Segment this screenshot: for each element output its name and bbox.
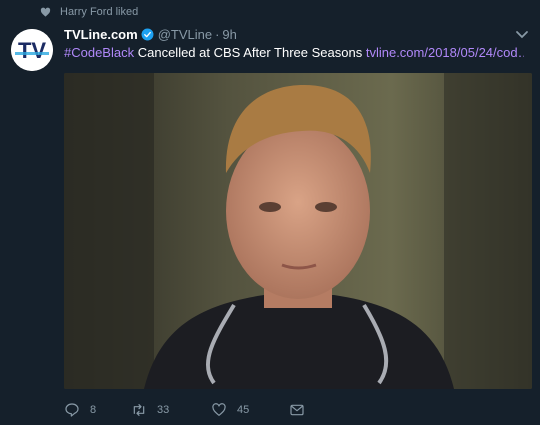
author-name[interactable]: TVLine.com <box>64 27 138 42</box>
separator-dot: · <box>215 27 220 42</box>
tweet-photo[interactable] <box>64 73 532 389</box>
tweet-card[interactable]: Harry Ford liked TV TVLine.com @TVLine ·… <box>0 0 540 425</box>
tweet-actions: 8 33 45 <box>64 402 305 418</box>
verified-badge-icon <box>141 28 154 41</box>
envelope-icon <box>290 404 304 416</box>
article-link[interactable]: tvline.com/2018/05/24/cod… <box>366 45 524 60</box>
social-context: Harry Ford liked <box>40 6 138 18</box>
retweet-count: 33 <box>157 404 170 416</box>
reply-count: 8 <box>90 404 97 416</box>
tweet-text: #CodeBlack Cancelled at CBS After Three … <box>64 45 524 60</box>
tweet-header: TVLine.com @TVLine · 9h <box>64 27 237 42</box>
retweet-button[interactable]: 33 <box>131 402 211 418</box>
hashtag-link[interactable]: #CodeBlack <box>64 45 134 60</box>
avatar-logo-text: TV <box>18 38 46 63</box>
timestamp[interactable]: 9h <box>222 27 236 42</box>
avatar[interactable]: TV <box>11 29 53 71</box>
chevron-down-icon[interactable] <box>514 29 530 41</box>
tweet-body: Cancelled at CBS After Three Seasons <box>134 45 366 60</box>
like-count: 45 <box>237 404 250 416</box>
reply-button[interactable]: 8 <box>64 402 131 418</box>
retweet-icon <box>133 404 145 416</box>
social-context-label: Harry Ford liked <box>60 6 139 18</box>
reply-icon <box>65 403 79 417</box>
direct-message-button[interactable] <box>289 402 305 418</box>
heart-outline-icon <box>212 403 226 416</box>
author-handle[interactable]: @TVLine <box>158 27 212 42</box>
heart-icon <box>40 7 51 17</box>
like-button[interactable]: 45 <box>211 402 289 418</box>
